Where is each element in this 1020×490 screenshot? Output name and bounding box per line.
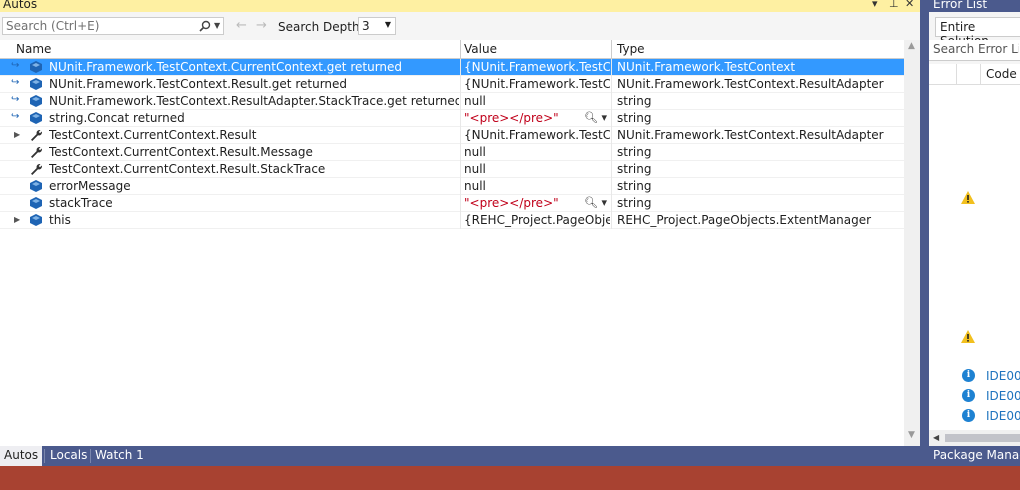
row-type: string <box>617 162 652 176</box>
scroll-down-icon[interactable]: ▼ <box>908 430 915 440</box>
search-options-dropdown-icon[interactable]: ▼ <box>214 21 220 30</box>
text-visualizer-icon[interactable]: 🔍︎ ▾ <box>584 196 607 209</box>
grid-header: Name Value Type <box>0 40 904 59</box>
error-list-body: i IDE004 i IDE004 i IDE004 <box>929 85 1020 430</box>
row-type: REHC_Project.PageObjects.ExtentManager <box>617 213 872 227</box>
column-header-type[interactable]: Type <box>617 42 645 56</box>
panel-splitter[interactable] <box>920 0 929 466</box>
search-box[interactable]: ▼ <box>2 17 224 35</box>
autos-title: Autos <box>3 0 38 11</box>
scroll-left-icon[interactable]: ◀ <box>933 433 939 442</box>
row-value[interactable]: null <box>464 145 610 160</box>
row-name: TestContext.CurrentContext.Result.StackT… <box>49 162 326 176</box>
row-value[interactable]: null <box>464 94 610 109</box>
row-type: NUnit.Framework.TestContext.ResultAdapte… <box>617 128 884 142</box>
tab-locals[interactable]: Locals <box>46 446 91 466</box>
row-type: string <box>617 196 652 210</box>
row-value[interactable]: {NUnit.Framework.TestCo... <box>464 128 610 143</box>
expand-arrow-icon[interactable]: ▶ <box>14 215 20 224</box>
search-back-arrow-icon[interactable]: ← <box>236 18 247 33</box>
horizontal-scrollbar[interactable]: ◀ <box>929 430 1020 446</box>
row-name: stackTrace <box>49 196 113 210</box>
error-list-search[interactable] <box>929 40 1020 61</box>
autos-search-toolbar: ▼ ← → Search Depth: 3 ▼ <box>0 12 920 40</box>
table-row[interactable]: TestContext.CurrentContext.Result.Messag… <box>0 144 904 161</box>
row-type: string <box>617 145 652 159</box>
row-value[interactable]: {REHC_Project.PageObjec... <box>464 213 610 228</box>
pin-icon[interactable]: ⊥ <box>889 0 899 11</box>
row-value[interactable]: null <box>464 162 610 177</box>
row-name: TestContext.CurrentContext.Result <box>49 128 257 142</box>
tab-autos[interactable]: Autos <box>0 446 43 466</box>
table-row[interactable]: ▶ this {REHC_Project.PageObjec... REHC_Proj… <box>0 212 904 229</box>
window-menu-dropdown-icon[interactable]: ▾ <box>872 0 878 11</box>
error-code[interactable]: IDE004 <box>986 369 1020 383</box>
info-icon: i <box>962 369 975 382</box>
row-type: string <box>617 94 652 108</box>
autos-title-bar: Autos ▾ ⊥ ✕ <box>0 0 920 12</box>
error-code[interactable]: IDE004 <box>986 389 1020 403</box>
row-value[interactable]: {NUnit.Framework.TestCo... <box>464 77 610 92</box>
table-row[interactable]: stackTrace "<pre></pre>" 🔍︎ ▾ string <box>0 195 904 212</box>
warning-icon <box>961 330 975 343</box>
debug-window-tabs: Autos Locals Watch 1 <box>0 446 920 466</box>
table-row[interactable]: ▶ TestContext.CurrentContext.Result {NUnit… <box>0 127 904 144</box>
table-row[interactable]: ↪ NUnit.Framework.TestContext.Result.get … <box>0 76 904 93</box>
error-list-panel: Entire Solution Code i IDE004 i IDE004 i… <box>929 12 1020 446</box>
table-row[interactable]: ↪ NUnit.Framework.TestContext.ResultAdapt… <box>0 93 904 110</box>
row-name: NUnit.Framework.TestContext.CurrentConte… <box>49 60 403 74</box>
search-forward-arrow-icon[interactable]: → <box>256 18 267 33</box>
row-name: this <box>49 213 71 227</box>
error-list-header: Code <box>929 64 1020 85</box>
row-name: string.Concat returned <box>49 111 185 125</box>
vertical-scrollbar[interactable]: ▲ ▼ <box>904 40 920 446</box>
error-list-title: Error List <box>933 0 988 11</box>
error-code[interactable]: IDE004 <box>986 409 1020 423</box>
chevron-down-icon: ▼ <box>384 20 391 29</box>
package-manager-label: Package Manag <box>933 448 1020 462</box>
search-icon[interactable] <box>199 20 211 32</box>
error-list-search-input[interactable] <box>933 42 1019 56</box>
row-type: string <box>617 111 652 125</box>
table-row[interactable]: TestContext.CurrentContext.Result.StackT… <box>0 161 904 178</box>
error-scope-select[interactable]: Entire Solution <box>935 17 1020 48</box>
status-bar <box>0 466 1020 490</box>
row-name: errorMessage <box>49 179 131 193</box>
return-arrow-icon: ↪ <box>11 94 20 105</box>
search-depth-select[interactable]: 3 ▼ <box>358 17 396 35</box>
row-value[interactable]: {NUnit.Framework.TestCo... <box>464 60 610 75</box>
text-visualizer-icon[interactable]: 🔍︎ ▾ <box>584 111 607 124</box>
autos-grid: Name Value Type ↪ NUnit.Framework.TestCon… <box>0 40 920 446</box>
expand-arrow-icon[interactable]: ▶ <box>14 130 20 139</box>
column-header-name[interactable]: Name <box>16 42 51 56</box>
row-type: string <box>617 179 652 193</box>
info-icon: i <box>962 389 975 402</box>
column-header-value[interactable]: Value <box>464 42 497 56</box>
return-arrow-icon: ↪ <box>11 60 20 71</box>
search-depth-value: 3 <box>362 19 370 33</box>
row-name: TestContext.CurrentContext.Result.Messag… <box>49 145 313 159</box>
search-input[interactable] <box>6 19 191 33</box>
row-name: NUnit.Framework.TestContext.ResultAdapte… <box>49 94 459 108</box>
warning-icon <box>961 191 975 204</box>
info-icon: i <box>962 409 975 422</box>
close-icon[interactable]: ✕ <box>905 0 914 11</box>
table-row[interactable]: ↪ string.Concat returned "<pre></pre>" 🔍︎ ▾… <box>0 110 904 127</box>
tab-watch-1[interactable]: Watch 1 <box>91 446 148 466</box>
scroll-up-icon[interactable]: ▲ <box>908 41 915 51</box>
return-arrow-icon: ↪ <box>11 77 20 88</box>
row-name: NUnit.Framework.TestContext.Result.get r… <box>49 77 348 91</box>
row-value[interactable]: null <box>464 179 610 194</box>
scrollbar-thumb[interactable] <box>945 434 1020 442</box>
row-type: NUnit.Framework.TestContext <box>617 60 796 74</box>
return-arrow-icon: ↪ <box>11 111 20 122</box>
column-header-code[interactable]: Code <box>986 67 1017 81</box>
row-type: NUnit.Framework.TestContext.ResultAdapte… <box>617 77 884 91</box>
error-list-title-bar: Error List <box>929 0 1020 12</box>
table-row[interactable]: ↪ NUnit.Framework.TestContext.CurrentCont… <box>0 59 904 76</box>
table-row[interactable]: errorMessage null string <box>0 178 904 195</box>
tab-package-manager[interactable]: Package Manag <box>929 446 1020 466</box>
search-depth-label: Search Depth: <box>278 20 364 34</box>
